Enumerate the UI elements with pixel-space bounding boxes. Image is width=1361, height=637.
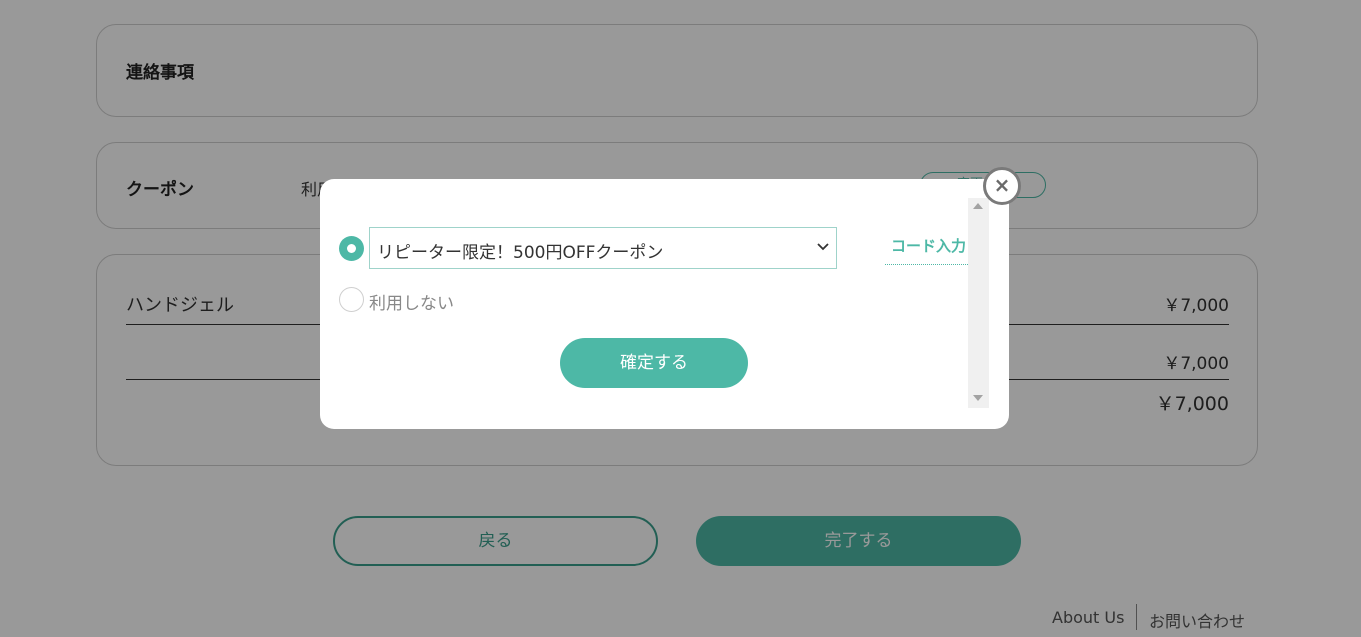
code-input-link[interactable]: コード入力 <box>885 234 968 265</box>
scroll-down-arrow-icon[interactable] <box>973 395 983 401</box>
coupon-select-dropdown[interactable]: リピーター限定！500円OFFクーポン <box>369 227 837 269</box>
code-input-link-label: コード入力 <box>891 237 967 255</box>
close-icon[interactable]: × <box>983 167 1021 205</box>
no-use-radio[interactable] <box>339 287 364 312</box>
coupon-radio-selected[interactable] <box>339 236 364 261</box>
confirm-button[interactable]: 確定する <box>560 338 748 388</box>
no-use-label[interactable]: 利用しない <box>369 289 454 314</box>
scroll-up-arrow-icon[interactable] <box>973 203 983 209</box>
modal-scrollbar[interactable] <box>968 198 989 408</box>
coupon-select-value: リピーター限定！500円OFFクーポン <box>377 243 664 263</box>
chevron-down-icon <box>814 236 832 258</box>
